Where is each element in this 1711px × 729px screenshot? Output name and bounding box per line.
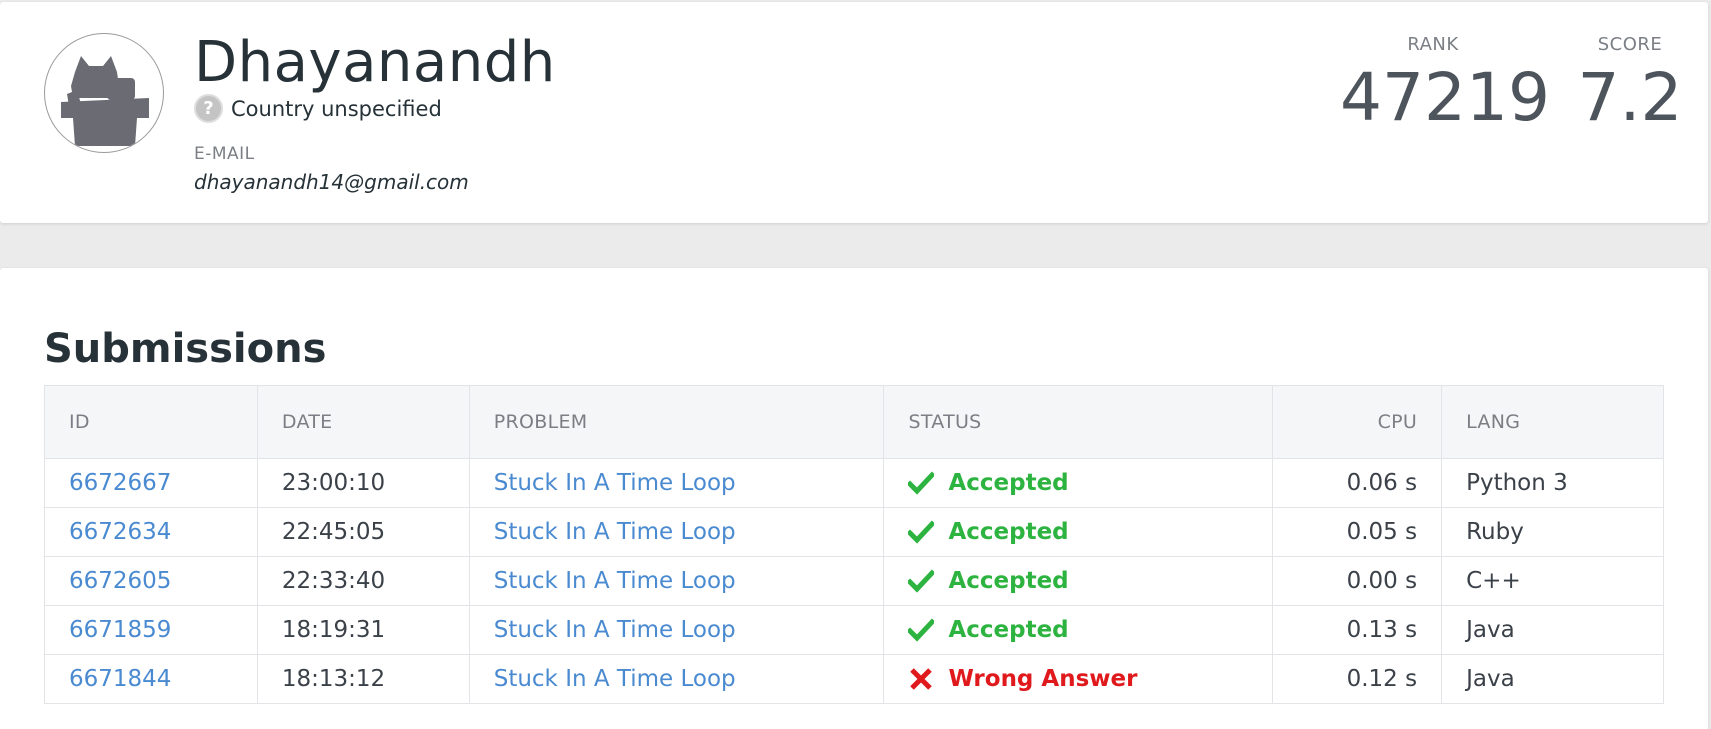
- submission-id-link[interactable]: 6672634: [69, 519, 171, 545]
- status-text: Accepted: [948, 519, 1069, 545]
- submission-date: 18:19:31: [257, 605, 470, 655]
- check-icon: [908, 569, 935, 593]
- rank-stat: RANK 47219: [1340, 34, 1550, 136]
- submission-date: 22:33:40: [257, 556, 470, 606]
- section-title: Submissions: [44, 326, 327, 372]
- status-cell: Accepted: [908, 557, 1248, 605]
- country: ? Country unspecified: [194, 94, 442, 123]
- country-label: Country unspecified: [231, 96, 442, 121]
- submissions-card: Submissions ID DATE PROBLEM STATUS CPU L…: [0, 268, 1708, 729]
- language: Ruby: [1441, 507, 1664, 557]
- column-header-cpu[interactable]: CPU: [1272, 385, 1443, 459]
- submission-date: 18:13:12: [257, 654, 470, 704]
- problem-link[interactable]: Stuck In A Time Loop: [494, 568, 736, 594]
- cpu-time: 0.05 s: [1272, 507, 1443, 557]
- cpu-time: 0.06 s: [1272, 458, 1443, 508]
- user-name: Dhayanandh: [194, 30, 556, 95]
- submission-date: 22:45:05: [257, 507, 470, 557]
- column-header-date[interactable]: DATE: [257, 385, 470, 459]
- question-mark-icon: ?: [194, 94, 223, 123]
- cat-avatar-icon: [61, 56, 149, 146]
- check-icon: [908, 471, 935, 495]
- status-cell: Accepted: [908, 508, 1248, 556]
- score-value: 7.2: [1577, 59, 1683, 136]
- column-header-status[interactable]: STATUS: [883, 385, 1274, 459]
- submission-id-link[interactable]: 6672605: [69, 568, 171, 594]
- submission-id-link[interactable]: 6671859: [69, 617, 171, 643]
- problem-link[interactable]: Stuck In A Time Loop: [494, 470, 736, 496]
- status-cell: Accepted: [908, 606, 1248, 654]
- column-header-lang[interactable]: LANG: [1441, 385, 1664, 459]
- language: Python 3: [1441, 458, 1664, 508]
- score-stat: SCORE 7.2: [1570, 34, 1690, 136]
- table-row: 6671859 18:19:31 Stuck In A Time Loop Accep…: [44, 605, 1664, 655]
- table-row: 6672667 23:00:10 Stuck In A Time Loop Accep…: [44, 458, 1664, 508]
- status-text: Accepted: [948, 568, 1069, 594]
- profile-card: Dhayanandh ? Country unspecified E-MAIL …: [0, 2, 1708, 223]
- rank-value: 47219: [1340, 59, 1550, 136]
- problem-link[interactable]: Stuck In A Time Loop: [494, 519, 736, 545]
- problem-link[interactable]: Stuck In A Time Loop: [494, 617, 736, 643]
- email-value: dhayanandh14@gmail.com: [194, 170, 469, 194]
- submission-date: 23:00:10: [257, 458, 470, 508]
- score-label: SCORE: [1597, 34, 1663, 55]
- table-row: 6671844 18:13:12 Stuck In A Time Loop Wrong…: [44, 654, 1664, 704]
- submissions-table: ID DATE PROBLEM STATUS CPU LANG 6672667 2…: [44, 385, 1664, 704]
- cross-icon: [910, 668, 933, 690]
- check-icon: [908, 520, 935, 544]
- column-header-id[interactable]: ID: [44, 385, 258, 459]
- rank-label: RANK: [1407, 34, 1459, 55]
- check-icon: [908, 618, 935, 642]
- table-row: 6672605 22:33:40 Stuck In A Time Loop Accep…: [44, 556, 1664, 606]
- status-text: Accepted: [948, 470, 1069, 496]
- language: Java: [1441, 654, 1664, 704]
- status-cell: Accepted: [908, 459, 1248, 507]
- problem-link[interactable]: Stuck In A Time Loop: [494, 666, 736, 692]
- column-header-problem[interactable]: PROBLEM: [469, 385, 885, 459]
- cpu-time: 0.00 s: [1272, 556, 1443, 606]
- cpu-time: 0.13 s: [1272, 605, 1443, 655]
- table-header-row: ID DATE PROBLEM STATUS CPU LANG: [44, 385, 1664, 459]
- submission-id-link[interactable]: 6672667: [69, 470, 171, 496]
- email-label: E-MAIL: [194, 144, 255, 164]
- status-text: Accepted: [948, 617, 1069, 643]
- cpu-time: 0.12 s: [1272, 654, 1443, 704]
- table-row: 6672634 22:45:05 Stuck In A Time Loop Accep…: [44, 507, 1664, 557]
- language: Java: [1441, 605, 1664, 655]
- language: C++: [1441, 556, 1664, 606]
- submission-id-link[interactable]: 6671844: [69, 666, 171, 692]
- status-cell: Wrong Answer: [908, 655, 1248, 703]
- avatar: [44, 33, 164, 153]
- status-text: Wrong Answer: [948, 666, 1138, 692]
